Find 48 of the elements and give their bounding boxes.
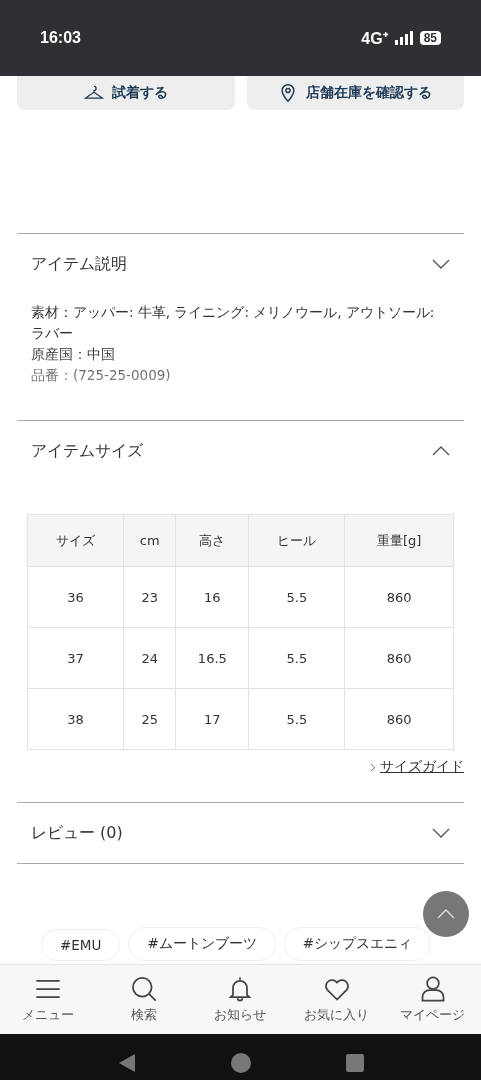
nav-item[interactable]: お気に入り <box>296 974 377 1025</box>
size-guide-link[interactable]: サイズガイド <box>380 758 464 776</box>
hashtag-chip[interactable]: #シップスエニィ <box>283 927 431 961</box>
table-cell: 36 <box>27 566 124 628</box>
table-header-cell: ヒール <box>248 514 345 567</box>
nav-item[interactable]: マイページ <box>392 974 473 1025</box>
description-line: 品番：(725-25-0009) <box>31 366 172 385</box>
section-title[interactable]: アイテムサイズ <box>31 440 143 462</box>
table-header-cell: 重量[g] <box>345 514 454 567</box>
table-cell: 25 <box>123 688 176 750</box>
table-cell: 23 <box>123 566 176 628</box>
table-cell: 860 <box>345 627 454 689</box>
nav-item[interactable]: 検索 <box>104 974 185 1025</box>
back-icon[interactable] <box>117 1052 136 1073</box>
home-icon[interactable] <box>230 1052 251 1073</box>
table-cell: 5.5 <box>248 688 345 750</box>
network-label: 4G⁺ <box>361 29 388 49</box>
table-cell: 17 <box>175 688 249 750</box>
signal-icon <box>393 31 414 45</box>
nav-item[interactable]: お知らせ <box>200 974 281 1025</box>
table-cell: 37 <box>27 627 124 689</box>
scroll-top-button[interactable] <box>423 891 469 937</box>
table-cell: 16.5 <box>175 627 249 689</box>
recents-icon[interactable] <box>345 1053 364 1072</box>
chevron-up-icon <box>437 909 455 919</box>
table-cell: 5.5 <box>248 566 345 628</box>
action-button[interactable]: 試着する <box>17 76 235 110</box>
clock: 16:03 <box>40 29 81 47</box>
action-button[interactable]: 店舗在庫を確認する <box>246 76 464 110</box>
table-cell: 5.5 <box>248 627 345 689</box>
search-icon <box>130 975 159 1003</box>
table-cell: 24 <box>123 627 176 689</box>
description-line: 素材：アッパー: 牛革, ライニング: メリノウール, アウトソール: ラバー <box>31 303 436 343</box>
table-cell: 38 <box>27 688 124 750</box>
hashtag-chip[interactable]: #ムートンブーツ <box>128 927 276 961</box>
section-title[interactable]: レビュー (0) <box>31 822 123 844</box>
hashtag-chip[interactable]: #EMU <box>41 929 121 961</box>
description-line: 原産国：中国 <box>31 345 116 364</box>
nav-item[interactable]: メニュー <box>8 974 89 1025</box>
chevron-right-icon <box>370 762 376 772</box>
table-cell: 860 <box>345 688 454 750</box>
table-header-cell: 高さ <box>175 514 249 567</box>
table-header-cell: サイズ <box>27 514 124 567</box>
table-header-cell: cm <box>123 514 176 567</box>
table-cell: 16 <box>175 566 249 628</box>
battery-level: 85 <box>419 31 441 45</box>
section-title[interactable]: アイテム説明 <box>31 253 127 275</box>
table-cell: 860 <box>345 566 454 628</box>
